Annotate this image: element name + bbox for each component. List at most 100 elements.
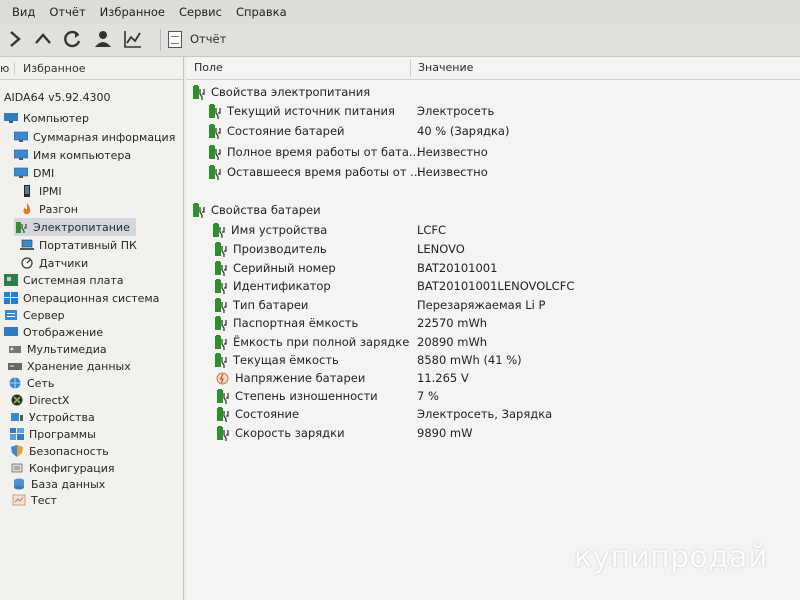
tree-item-1[interactable]: Компьютер bbox=[4, 109, 89, 127]
property-row[interactable]: Текущий источник питания bbox=[208, 102, 395, 120]
tree-item-0[interactable]: AIDA64 v5.92.4300 bbox=[4, 88, 111, 106]
up-icon[interactable] bbox=[32, 28, 54, 50]
property-row[interactable]: Производитель bbox=[214, 240, 327, 258]
section-header-0[interactable]: Свойства электропитания bbox=[192, 83, 370, 101]
tree-item-label: Электропитание bbox=[33, 220, 130, 234]
laptop-icon bbox=[20, 239, 39, 251]
property-row[interactable]: Полное время работы от бата... bbox=[208, 143, 420, 161]
property-row[interactable]: Серийный номер bbox=[214, 259, 336, 277]
left-header-favorites[interactable]: Избранное bbox=[14, 61, 85, 75]
battery-icon bbox=[214, 315, 227, 331]
test-icon bbox=[12, 494, 31, 506]
tree-item-9[interactable]: Датчики bbox=[20, 254, 88, 272]
property-value: BAT20101001LENOVOLCFC bbox=[417, 279, 575, 293]
refresh-icon[interactable] bbox=[62, 28, 84, 50]
voltage-icon bbox=[216, 371, 229, 386]
document-icon bbox=[168, 30, 182, 48]
sensor-icon bbox=[20, 257, 39, 269]
battery-icon bbox=[208, 123, 221, 139]
tree-item-23[interactable]: Тест bbox=[12, 491, 57, 509]
board-icon bbox=[4, 274, 23, 286]
property-row[interactable]: Идентификатор bbox=[214, 277, 331, 295]
column-field[interactable]: Поле bbox=[194, 61, 223, 74]
property-field: Производитель bbox=[233, 242, 327, 256]
property-row[interactable]: Паспортная ёмкость bbox=[214, 314, 358, 332]
battery-icon bbox=[208, 164, 221, 180]
property-row[interactable]: Текущая ёмкость bbox=[214, 351, 339, 369]
tree-item-label: Отображение bbox=[23, 325, 104, 339]
property-value: 40 % (Зарядка) bbox=[417, 124, 510, 138]
section-title: Свойства батареи bbox=[211, 203, 321, 217]
tree-item-20[interactable]: Безопасность bbox=[10, 442, 109, 460]
user-icon[interactable] bbox=[92, 28, 114, 50]
forward-icon[interactable] bbox=[4, 28, 26, 50]
tree-item-12[interactable]: Сервер bbox=[4, 306, 65, 324]
property-row[interactable]: Напряжение батареи bbox=[216, 369, 365, 387]
menu-help[interactable]: Справка bbox=[236, 5, 287, 19]
tree-item-3[interactable]: Имя компьютера bbox=[14, 146, 131, 164]
tree-item-15[interactable]: Хранение данных bbox=[8, 357, 131, 375]
tree-item-label: IPMI bbox=[39, 184, 62, 198]
left-header-cut[interactable]: ю bbox=[0, 62, 14, 75]
tree-item-label: Программы bbox=[29, 427, 96, 441]
tree-item-label: DMI bbox=[33, 166, 55, 180]
battery-icon bbox=[214, 260, 227, 276]
menu-report[interactable]: Отчёт bbox=[49, 5, 85, 19]
menu-favorites[interactable]: Избранное bbox=[100, 5, 165, 19]
property-field: Текущий источник питания bbox=[227, 104, 395, 118]
devices-icon bbox=[10, 411, 29, 423]
property-row[interactable]: Состояние батарей bbox=[208, 122, 345, 140]
tree-item-7[interactable]: Электропитание bbox=[14, 218, 136, 236]
watermark: купипродай bbox=[574, 540, 768, 575]
tree-item-label: База данных bbox=[31, 477, 106, 491]
property-row[interactable]: Тип батареи bbox=[214, 296, 308, 314]
property-row[interactable]: Скорость зарядки bbox=[216, 424, 345, 442]
tree-item-17[interactable]: DirectX bbox=[10, 391, 69, 409]
property-row[interactable]: Имя устройства bbox=[212, 221, 327, 239]
tree-item-14[interactable]: Мультимедиа bbox=[8, 340, 107, 358]
property-value: 11.265 V bbox=[417, 371, 469, 385]
tree-item-13[interactable]: Отображение bbox=[4, 323, 103, 341]
battery-icon bbox=[192, 202, 205, 218]
property-row[interactable]: Состояние bbox=[216, 405, 299, 423]
property-value: Неизвестно bbox=[417, 165, 488, 179]
property-field: Полное время работы от бата... bbox=[227, 145, 420, 159]
column-separator[interactable] bbox=[410, 59, 411, 77]
property-row[interactable]: Степень изношенности bbox=[216, 387, 378, 405]
property-field: Оставшееся время работы от ... bbox=[227, 165, 422, 179]
network-icon bbox=[8, 377, 27, 389]
tree-item-19[interactable]: Программы bbox=[10, 425, 96, 443]
property-field: Серийный номер bbox=[233, 261, 336, 275]
tree-item-10[interactable]: Системная плата bbox=[4, 271, 124, 289]
battery-icon bbox=[212, 222, 225, 238]
tree-item-6[interactable]: Разгон bbox=[20, 200, 78, 218]
tree-item-11[interactable]: Операционная система bbox=[4, 289, 159, 307]
tree-item-18[interactable]: Устройства bbox=[10, 408, 95, 426]
monitor-icon bbox=[14, 167, 33, 179]
property-value: 20890 mWh bbox=[417, 335, 488, 349]
column-value[interactable]: Значение bbox=[418, 61, 473, 74]
tree-item-2[interactable]: Суммарная информация bbox=[14, 128, 175, 146]
battery-icon bbox=[214, 278, 227, 294]
tree-item-label: Безопасность bbox=[29, 444, 109, 458]
tree-item-16[interactable]: Сеть bbox=[8, 374, 54, 392]
menu-service[interactable]: Сервис bbox=[179, 5, 222, 19]
phone-icon bbox=[20, 185, 39, 197]
tree-item-label: Сервер bbox=[23, 308, 65, 322]
menu-view[interactable]: Вид bbox=[12, 5, 35, 19]
flame-icon bbox=[20, 203, 39, 215]
report-button[interactable]: Отчёт bbox=[168, 28, 226, 50]
tree-item-label: Конфигурация bbox=[29, 461, 115, 475]
tree-item-4[interactable]: DMI bbox=[14, 164, 54, 182]
tree-item-label: Тест bbox=[31, 493, 57, 507]
property-row[interactable]: Оставшееся время работы от ... bbox=[208, 163, 421, 181]
property-value: LCFC bbox=[417, 223, 447, 237]
monitor-icon bbox=[14, 149, 33, 161]
section-header-1[interactable]: Свойства батареи bbox=[192, 201, 321, 219]
tree-item-5[interactable]: IPMI bbox=[20, 182, 62, 200]
toolbar: Отчёт bbox=[0, 24, 800, 57]
display-icon bbox=[4, 326, 23, 338]
chart-icon[interactable] bbox=[122, 28, 144, 50]
property-row[interactable]: Ёмкость при полной зарядке bbox=[214, 333, 409, 351]
tree-item-8[interactable]: Портативный ПК bbox=[20, 236, 137, 254]
